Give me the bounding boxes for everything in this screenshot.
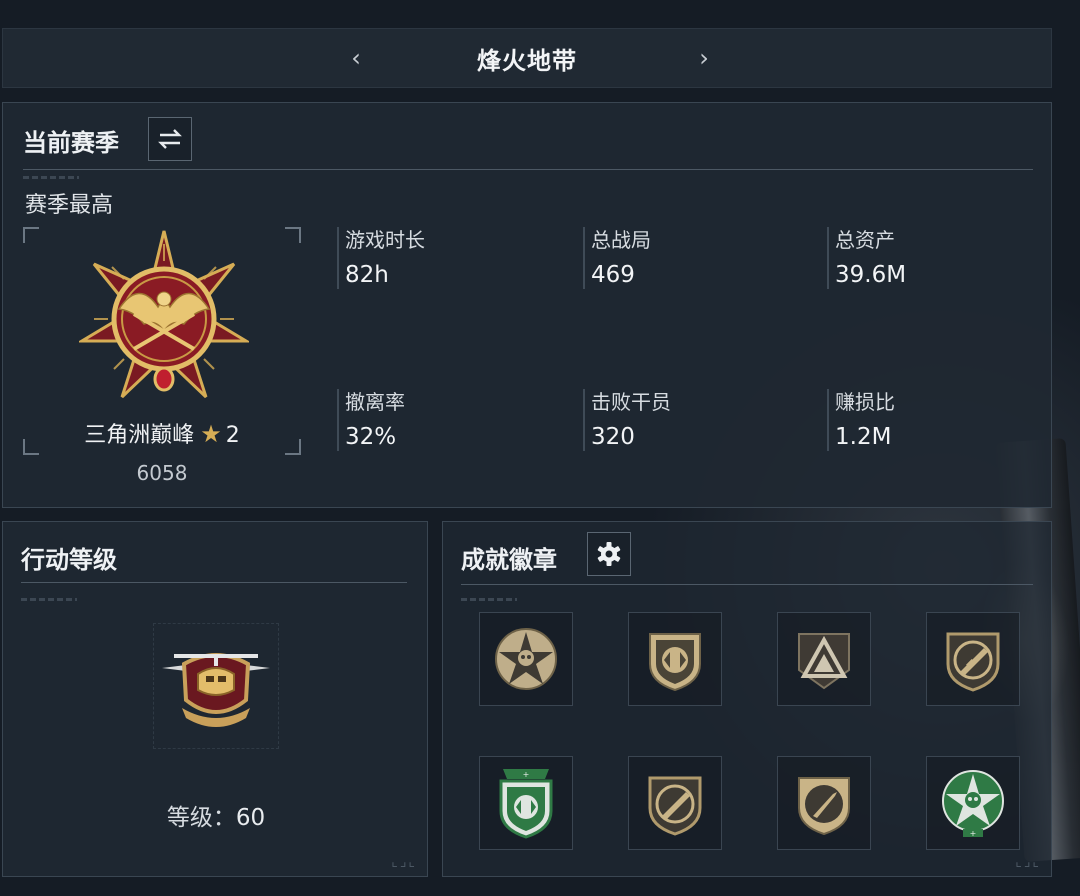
stat-total-matches: 总战局 469 <box>583 227 783 289</box>
stat-value: 469 <box>591 262 635 288</box>
badge-settings-button[interactable] <box>587 532 631 576</box>
decor-strip <box>21 598 77 601</box>
achievement-badge[interactable] <box>628 612 722 706</box>
svg-text:+: + <box>523 770 530 779</box>
green-arrows-shield-badge-icon: + <box>499 769 553 839</box>
triangle-badge-icon <box>798 633 850 690</box>
svg-text:+: + <box>970 829 977 838</box>
stat-label: 总战局 <box>591 228 651 252</box>
current-season-panel: 当前赛季 赛季最高 三角洲巅峰 ★ 2 6058 游戏时长 82h 总战局 46… <box>2 102 1052 508</box>
rifle-shield-badge-icon <box>648 776 702 836</box>
stat-value: 320 <box>591 424 635 450</box>
stat-label: 游戏时长 <box>345 228 425 252</box>
chevron-left-icon[interactable]: ‹ <box>339 41 373 75</box>
star-icon: ★ <box>200 420 222 448</box>
stat-total-assets: 总资产 39.6M <box>827 227 1027 289</box>
level-label: 等级： <box>166 805 236 831</box>
rank-frame: 三角洲巅峰 ★ 2 <box>23 227 301 455</box>
season-switch-button[interactable] <box>148 117 192 161</box>
heading-divider <box>21 582 407 583</box>
rank-stars: 2 <box>225 423 240 448</box>
decor-corner-marks: ⌞⌟⌞ <box>1015 854 1041 870</box>
stat-profit-loss-ratio: 赚损比 1.2M <box>827 389 1027 451</box>
current-season-heading: 当前赛季 <box>23 129 119 157</box>
helicopter-emblem-icon <box>162 653 270 727</box>
heading-divider <box>461 584 1033 585</box>
achievement-badge[interactable]: + <box>479 756 573 850</box>
achievement-badge[interactable]: + <box>926 756 1020 850</box>
achievement-badge[interactable] <box>777 612 871 706</box>
decor-corner-marks: ⌞⌟⌞ <box>391 854 417 870</box>
achievement-badge[interactable] <box>777 756 871 850</box>
frame-corner <box>285 227 301 243</box>
rank-emblem-icon <box>79 230 249 399</box>
achievement-badge[interactable] <box>926 612 1020 706</box>
chevron-right-icon[interactable]: › <box>687 41 721 75</box>
achievement-badges-heading: 成就徽章 <box>461 546 557 574</box>
action-level-heading: 行动等级 <box>21 546 117 574</box>
stat-label: 击败干员 <box>591 390 671 414</box>
rifle-shield-badge-icon <box>946 632 1000 692</box>
stat-value: 1.2M <box>835 424 892 450</box>
stat-label: 总资产 <box>835 228 895 252</box>
gear-icon <box>597 542 621 566</box>
arrows-shield-badge-icon <box>649 633 701 692</box>
stat-value: 32% <box>345 424 397 450</box>
achievement-badge[interactable] <box>628 756 722 850</box>
stat-label: 赚损比 <box>835 390 895 414</box>
stat-label: 撤离率 <box>345 390 405 414</box>
stat-operators-defeated: 击败干员 320 <box>583 389 783 451</box>
green-skull-star-badge-icon: + <box>942 770 1004 838</box>
stat-extraction-rate: 撤离率 32% <box>337 389 537 451</box>
achievement-badges-panel: 成就徽章 + + ⌞⌟⌞ <box>442 521 1052 877</box>
rank-name-row: 三角洲巅峰 ★ 2 <box>23 417 301 449</box>
skull-star-badge-icon <box>495 628 557 690</box>
level-badge-box <box>153 623 279 749</box>
level-value: 60 <box>235 805 266 831</box>
decor-strip <box>461 598 517 601</box>
achievement-badge[interactable] <box>479 612 573 706</box>
decor-strip <box>23 176 79 179</box>
rank-score: 6058 <box>136 461 188 485</box>
season-best-label: 赛季最高 <box>25 193 114 218</box>
stat-play-time: 游戏时长 82h <box>337 227 537 289</box>
knife-shield-badge-icon <box>798 777 850 836</box>
swap-arrows-icon <box>158 129 182 149</box>
stat-value: 39.6M <box>835 262 907 288</box>
stat-value: 82h <box>345 262 389 288</box>
level-text: 等级：60 <box>3 798 429 832</box>
rank-name: 三角洲巅峰 <box>84 423 195 448</box>
heading-divider <box>23 169 1033 170</box>
frame-corner <box>23 227 39 243</box>
action-level-panel: 行动等级 等级：60 ⌞⌟⌞ <box>2 521 428 877</box>
mode-selector-bar: ‹ 烽火地带 › <box>2 28 1052 88</box>
mode-title: 烽火地带 <box>477 46 577 75</box>
